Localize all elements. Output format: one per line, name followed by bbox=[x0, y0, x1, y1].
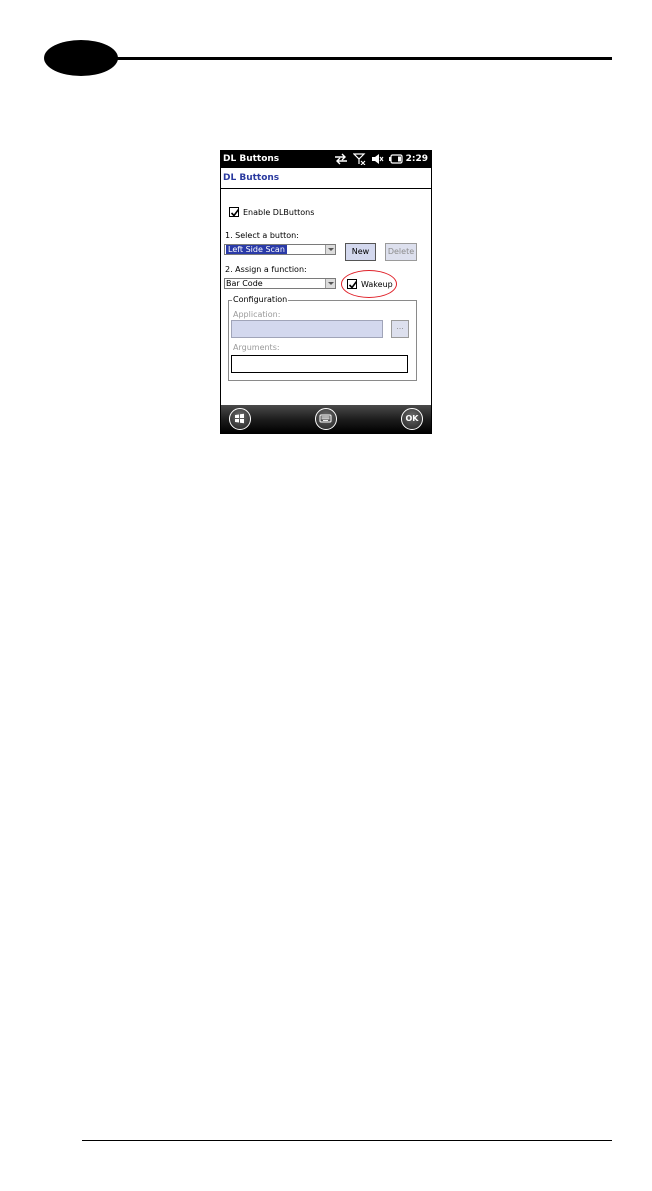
enable-dlbuttons-label: Enable DLButtons bbox=[243, 208, 315, 217]
volume-muted-icon bbox=[372, 154, 384, 164]
title-divider bbox=[221, 188, 431, 189]
status-bar: DL Buttons 2:29 bbox=[221, 151, 431, 168]
button-select-dropdown[interactable]: Left Side Scan bbox=[224, 244, 336, 255]
keyboard-icon bbox=[319, 414, 332, 423]
select-button-label: 1. Select a button: bbox=[225, 231, 299, 240]
arguments-label: Arguments: bbox=[233, 343, 280, 352]
page-footer-rule bbox=[82, 1140, 612, 1141]
battery-icon bbox=[389, 154, 403, 164]
function-select-value: Bar Code bbox=[226, 279, 263, 288]
statusbar-clock: 2:29 bbox=[405, 154, 428, 164]
page-header-rule bbox=[100, 57, 612, 60]
application-field[interactable] bbox=[231, 320, 383, 338]
new-button[interactable]: New bbox=[345, 243, 376, 261]
application-label: Application: bbox=[233, 310, 281, 319]
statusbar-title: DL Buttons bbox=[223, 154, 280, 164]
no-signal-icon bbox=[353, 153, 366, 165]
windows-logo-icon bbox=[235, 413, 244, 424]
ok-button[interactable]: OK bbox=[401, 408, 423, 430]
device-screen: DL Buttons 2:29 DL Buttons Enable DLButt… bbox=[220, 150, 432, 434]
start-button[interactable] bbox=[229, 408, 251, 430]
browse-button[interactable]: ... bbox=[391, 320, 409, 338]
enable-dlbuttons-checkbox[interactable] bbox=[229, 207, 240, 217]
checkmark-icon bbox=[230, 209, 240, 217]
app-title: DL Buttons bbox=[223, 173, 280, 183]
arguments-field[interactable] bbox=[231, 355, 408, 373]
delete-button[interactable]: Delete bbox=[385, 243, 417, 261]
assign-function-label: 2. Assign a function: bbox=[225, 265, 307, 274]
chevron-down-icon bbox=[325, 245, 335, 254]
highlight-ring bbox=[341, 270, 397, 298]
configuration-legend: Configuration bbox=[232, 295, 289, 304]
keyboard-button[interactable] bbox=[315, 408, 337, 430]
button-select-value: Left Side Scan bbox=[226, 245, 287, 254]
function-select-dropdown[interactable]: Bar Code bbox=[224, 278, 336, 289]
chevron-down-icon bbox=[325, 279, 335, 288]
sync-icon bbox=[335, 153, 347, 165]
taskbar: OK bbox=[221, 405, 431, 433]
